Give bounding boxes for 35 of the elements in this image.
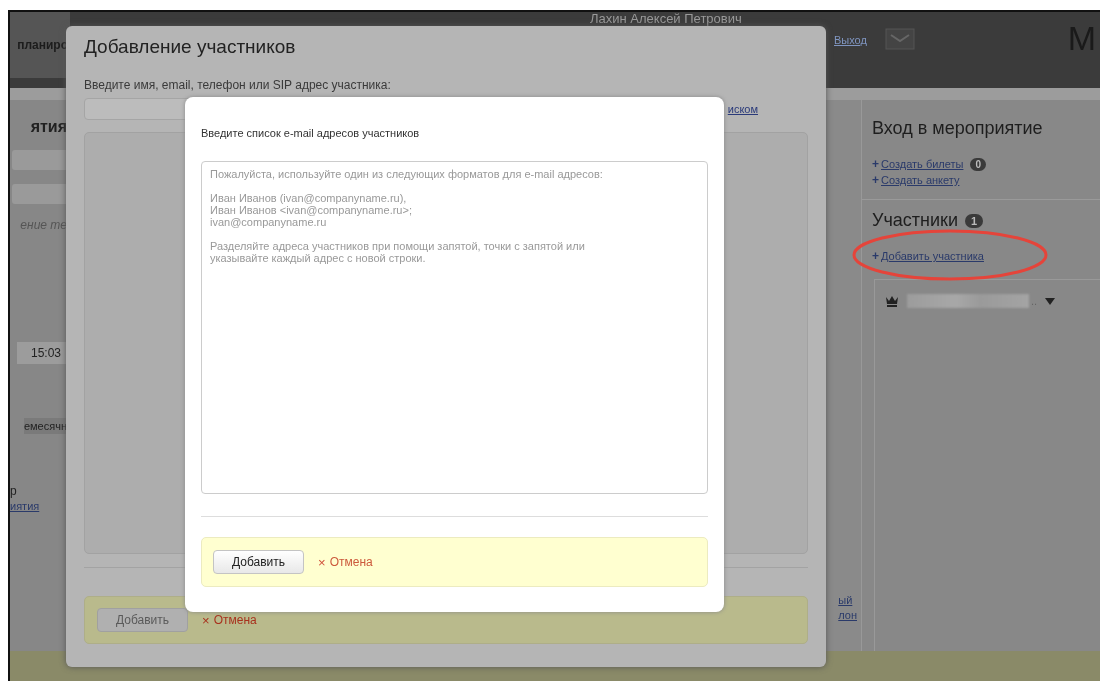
time-field[interactable]: 15:03	[16, 342, 67, 364]
email-list-field[interactable]: Пожалуйста, используйте один из следующих форматов для e-mail адресов: Иван Иванов (ivan@companyname.ru), Иван Иванов <ivan@companyname.ru>; ivan@companyname.ru Разделяйте адреса участников при помощи запятой, точки с запятой или указывайте каждый адрес с новой строки.	[201, 161, 708, 494]
section-heading: Участники	[872, 210, 958, 231]
plus-icon: +	[872, 173, 879, 187]
mail-icon[interactable]	[884, 28, 915, 50]
link[interactable]: Создать анкету	[881, 174, 960, 186]
dialog-title: Добавление участников	[84, 36, 297, 58]
repeat-field[interactable]: емесячн	[23, 418, 67, 434]
crown-icon	[885, 295, 899, 307]
section-heading: ятия	[30, 118, 67, 136]
link[interactable]: ый лон	[838, 593, 857, 623]
logout-link[interactable]: Выход	[834, 34, 867, 46]
plus-icon: +	[872, 249, 879, 263]
close-icon[interactable]: ×	[318, 554, 326, 570]
ellipsis: ..	[1031, 295, 1038, 307]
input-field[interactable]	[12, 150, 67, 170]
count-badge: 1	[965, 213, 984, 228]
header-label: планиро	[17, 38, 68, 52]
add-participant-link[interactable]: Добавить участника	[881, 250, 984, 262]
link[interactable]: иском	[727, 103, 758, 115]
cancel-link[interactable]: Отмена	[329, 555, 373, 569]
caret-icon[interactable]	[1045, 297, 1056, 305]
input-field[interactable]	[12, 184, 67, 204]
plus-icon: +	[872, 157, 879, 171]
link[interactable]: Создать билеты	[881, 158, 964, 170]
section-heading: Вход в мероприятие	[872, 118, 1044, 139]
add-button[interactable]: Добавить	[213, 550, 305, 574]
cancel-link[interactable]: Отмена	[213, 613, 257, 627]
count-badge: 0	[970, 157, 986, 171]
dialog-title: Введите список e-mail адресов участников	[201, 127, 421, 139]
user-name: Лахин Алексей Петрович	[590, 12, 743, 26]
label-text: р	[10, 484, 17, 498]
close-icon[interactable]: ×	[202, 612, 210, 628]
field-label: Введите имя, email, телефон или SIP адрес участника:	[84, 78, 392, 92]
link[interactable]: иятия	[10, 500, 40, 512]
